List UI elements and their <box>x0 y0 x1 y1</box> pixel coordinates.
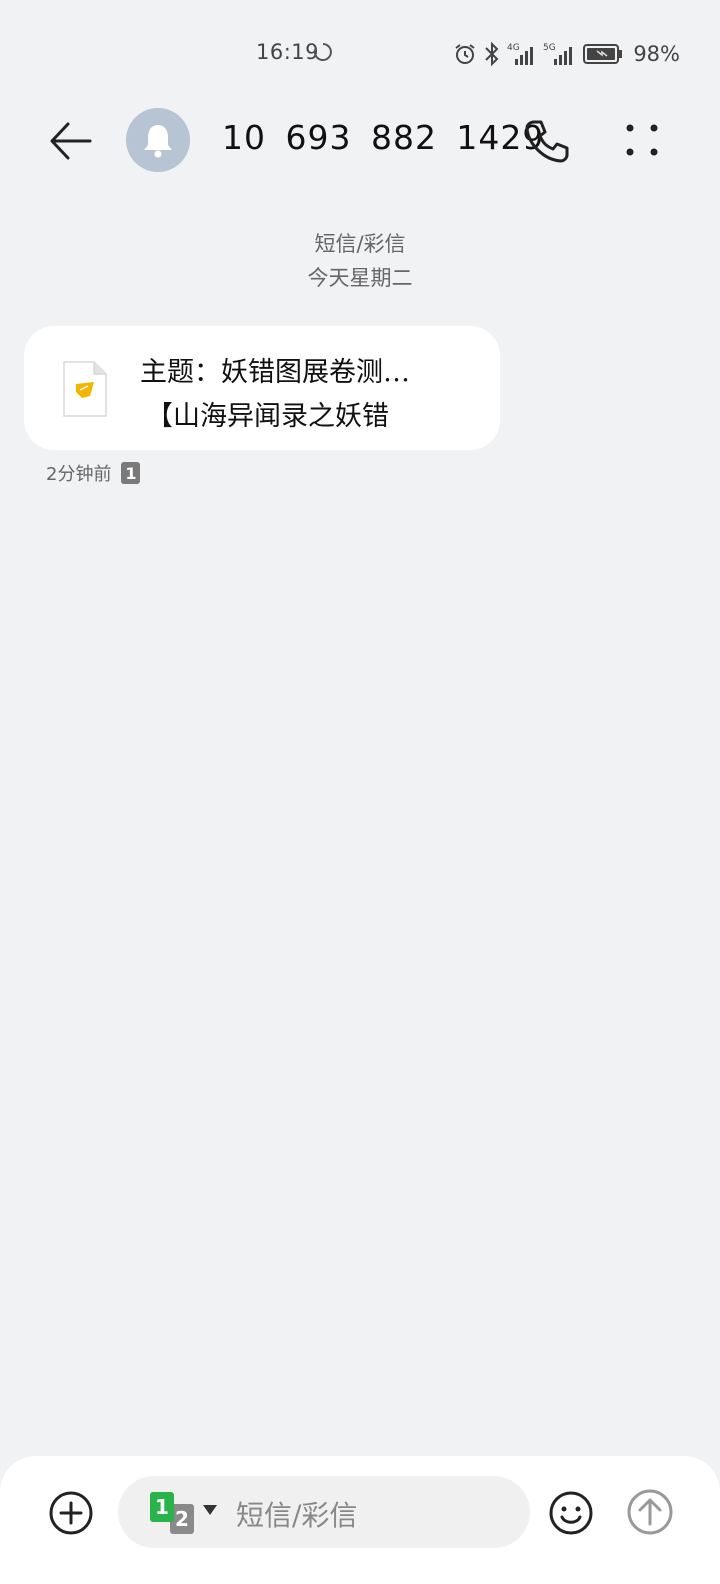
date-label: 今天星期二 <box>307 266 413 290</box>
sim1-badge: 1 <box>150 1492 174 1522</box>
emoji-icon[interactable] <box>548 1490 594 1536</box>
loading-icon <box>313 43 332 61</box>
status-time: 16:19 <box>256 40 320 64</box>
contact-number[interactable]: 10 693 882 1429 <box>222 118 544 157</box>
status-icons: 4G 5G 98% <box>453 40 680 68</box>
message-subject: 主题：妖错图展卷测… <box>140 357 410 388</box>
alarm-icon <box>455 44 475 64</box>
message-preview: 【山海异闻录之妖错 <box>146 401 389 432</box>
conversation-date-header: 短信/彩信 今天星期二 <box>0 228 720 296</box>
network-4g-label: 4G <box>507 43 520 53</box>
send-arrow-icon[interactable] <box>626 1488 674 1536</box>
add-circle-icon[interactable] <box>48 1490 94 1536</box>
message-time: 2分钟前 <box>46 464 112 485</box>
bluetooth-icon <box>485 41 499 67</box>
message-bubble[interactable]: 主题：妖错图展卷测… 【山海异闻录之妖错 <box>24 326 500 450</box>
message-composer: 2 1 短信/彩信 <box>0 1456 720 1584</box>
mms-attachment-icon <box>63 361 107 417</box>
status-bar: 16:19 4G 5G 98% <box>0 34 720 74</box>
sim-badge: 1 <box>121 462 141 484</box>
network-5g-label: 5G <box>543 43 556 53</box>
messaging-screen: 16:19 4G 5G 98% 10 693 882 1429 短信/彩信 今天… <box>0 0 720 1584</box>
battery-percentage: 98% <box>633 42 680 66</box>
input-placeholder: 短信/彩信 <box>236 1499 358 1532</box>
battery-icon <box>583 44 623 64</box>
bell-icon <box>144 125 172 158</box>
phone-icon[interactable] <box>522 116 572 166</box>
message-input[interactable]: 2 1 短信/彩信 <box>118 1476 530 1548</box>
more-dots-icon[interactable] <box>618 118 668 168</box>
signal-5g-icon: 5G <box>543 43 573 65</box>
caret-down-icon <box>203 1505 217 1515</box>
signal-4g-icon: 4G <box>507 43 534 65</box>
conversation-header: 10 693 882 1429 <box>0 100 720 180</box>
sim-selector[interactable]: 2 1 <box>150 1492 220 1534</box>
back-arrow-icon[interactable] <box>46 116 96 166</box>
contact-avatar[interactable] <box>126 108 190 172</box>
message-meta: 2分钟前 1 <box>46 460 141 486</box>
message-type-label: 短信/彩信 <box>314 232 406 256</box>
